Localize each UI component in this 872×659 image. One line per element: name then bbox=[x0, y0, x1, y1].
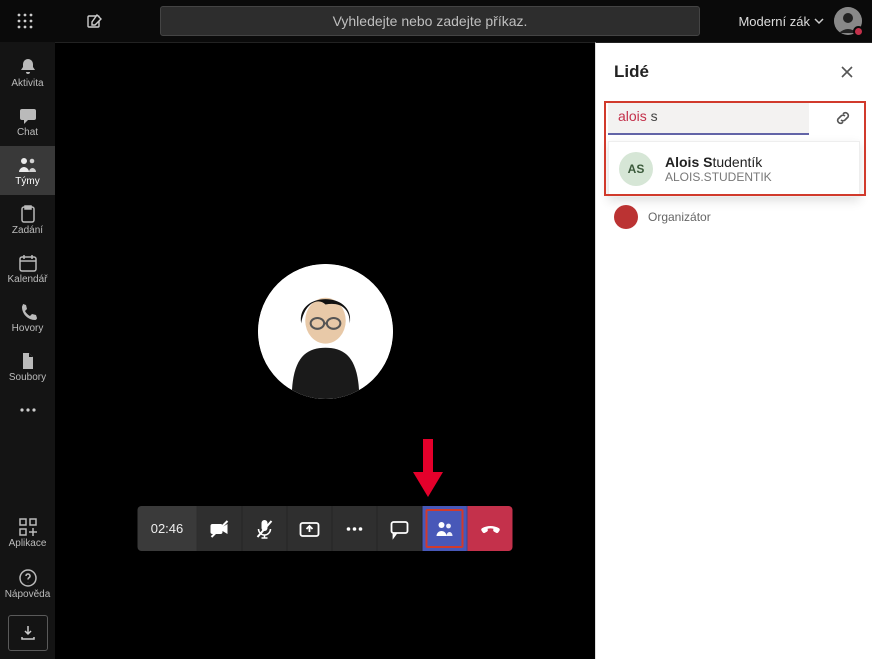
chevron-down-icon bbox=[814, 16, 824, 26]
rail-calendar[interactable]: Kalendář bbox=[0, 244, 55, 293]
suggestion-subtitle: ALOIS.STUDENTIK bbox=[665, 170, 772, 184]
hangup-icon bbox=[478, 517, 502, 541]
calendar-icon bbox=[18, 253, 38, 273]
call-toolbar: 02:46 bbox=[138, 506, 513, 551]
organizer-avatar bbox=[614, 205, 638, 229]
rail-help[interactable]: Nápověda bbox=[5, 558, 51, 609]
suggestion-name: Alois Studentík bbox=[665, 154, 772, 170]
people-panel-title: Lidé bbox=[614, 62, 649, 82]
profile-avatar[interactable] bbox=[834, 7, 862, 35]
profile-label: Moderní zák bbox=[738, 14, 810, 29]
app-rail: Aktivita Chat Týmy Zadání Kalendář Hovor… bbox=[0, 42, 55, 659]
search-placeholder: Vyhledejte nebo zadejte příkaz. bbox=[333, 13, 528, 29]
toggle-camera-button[interactable] bbox=[198, 506, 243, 551]
share-icon bbox=[299, 518, 321, 540]
people-icon bbox=[434, 518, 456, 540]
profile-menu[interactable]: Moderní zák bbox=[738, 14, 824, 29]
phone-icon bbox=[18, 302, 38, 322]
help-icon bbox=[18, 568, 38, 588]
copy-link-button[interactable] bbox=[826, 101, 860, 135]
organizer-label: Organizátor bbox=[648, 210, 711, 224]
more-icon bbox=[344, 525, 366, 533]
share-screen-button[interactable] bbox=[288, 506, 333, 551]
download-icon bbox=[19, 624, 37, 642]
chat-icon bbox=[18, 106, 38, 126]
rail-more-icon[interactable] bbox=[19, 395, 37, 425]
compose-icon[interactable] bbox=[80, 13, 110, 29]
annotation-arrow bbox=[413, 439, 443, 499]
chat-bubble-icon bbox=[389, 518, 411, 540]
call-stage: 02:46 bbox=[55, 42, 595, 659]
rail-teams[interactable]: Týmy bbox=[0, 146, 55, 195]
title-bar: Vyhledejte nebo zadejte příkaz. Moderní … bbox=[0, 0, 872, 42]
link-icon bbox=[834, 109, 852, 127]
people-panel: Lidé alois s bbox=[595, 42, 872, 659]
assignments-icon bbox=[18, 204, 38, 224]
search-input[interactable]: Vyhledejte nebo zadejte příkaz. bbox=[160, 6, 700, 36]
bell-icon bbox=[18, 57, 38, 77]
people-search-input[interactable] bbox=[608, 101, 809, 135]
participant-avatar bbox=[258, 264, 393, 399]
hangup-button[interactable] bbox=[468, 506, 513, 551]
organizer-row: Organizátor bbox=[608, 203, 860, 231]
presence-badge bbox=[853, 26, 864, 37]
rail-calls[interactable]: Hovory bbox=[0, 293, 55, 342]
close-icon bbox=[840, 65, 854, 79]
apps-grid-icon[interactable] bbox=[10, 13, 40, 29]
rail-download[interactable] bbox=[8, 615, 48, 651]
show-participants-button[interactable] bbox=[423, 506, 468, 551]
rail-apps[interactable]: Aplikace bbox=[5, 507, 51, 558]
apps-icon bbox=[18, 517, 38, 537]
close-panel-button[interactable] bbox=[840, 65, 854, 79]
camera-off-icon bbox=[209, 518, 231, 540]
show-chat-button[interactable] bbox=[378, 506, 423, 551]
rail-assignments[interactable]: Zadání bbox=[0, 195, 55, 244]
rail-chat[interactable]: Chat bbox=[0, 97, 55, 146]
teams-icon bbox=[17, 155, 39, 175]
rail-activity[interactable]: Aktivita bbox=[0, 48, 55, 97]
rail-files[interactable]: Soubory bbox=[0, 342, 55, 391]
mic-off-icon bbox=[254, 518, 276, 540]
more-actions-button[interactable] bbox=[333, 506, 378, 551]
suggestion-avatar: AS bbox=[619, 152, 653, 186]
people-suggestion-item[interactable]: AS Alois Studentík ALOIS.STUDENTIK bbox=[608, 141, 860, 197]
files-icon bbox=[18, 351, 38, 371]
call-duration: 02:46 bbox=[138, 506, 198, 551]
toggle-mic-button[interactable] bbox=[243, 506, 288, 551]
